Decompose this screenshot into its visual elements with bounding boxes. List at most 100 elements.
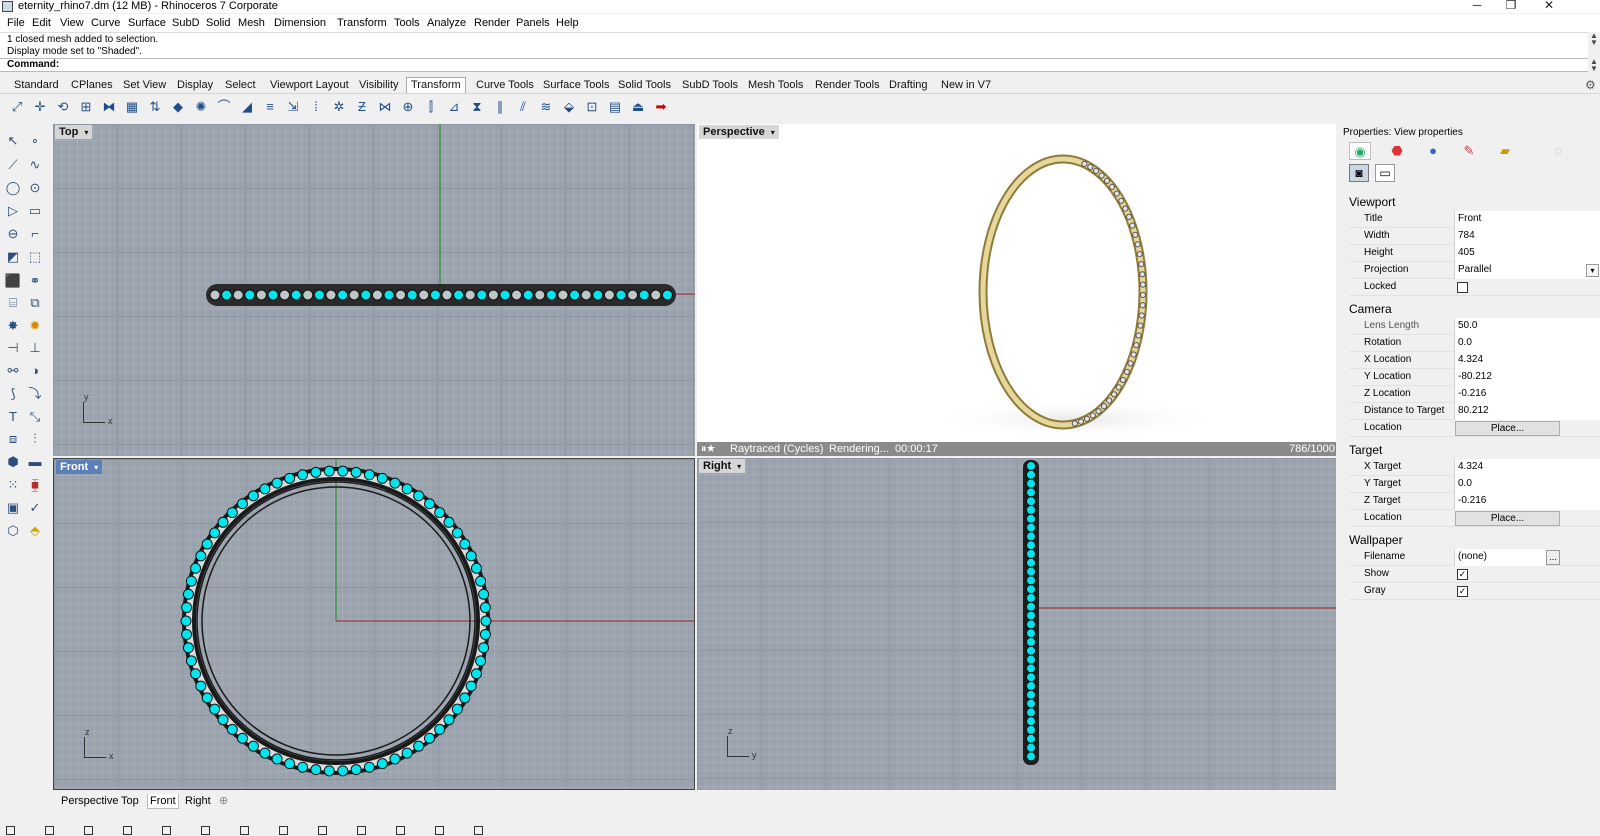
osnap-checkbox[interactable] — [357, 826, 368, 836]
tab-select[interactable]: Select — [225, 79, 256, 92]
menu-file[interactable]: File — [7, 16, 25, 30]
menu-curve[interactable]: Curve — [91, 16, 120, 30]
command-scrollbar[interactable]: ▲ ▼ — [1588, 58, 1600, 73]
tab-subd-tools[interactable]: SubD Tools — [682, 79, 738, 92]
smash-icon[interactable]: ⇲ — [285, 99, 301, 115]
check-icon[interactable]: ✓ — [26, 499, 44, 517]
menu-surface[interactable]: Surface — [128, 16, 166, 30]
surface-icon[interactable]: ◩ — [4, 248, 22, 266]
taper-icon[interactable]: ◢ — [239, 99, 255, 115]
explode-icon[interactable]: ✹ — [26, 317, 44, 335]
show-checkbox[interactable]: ✓ — [1457, 569, 1468, 580]
paint-icon[interactable]: ⬘ — [26, 522, 44, 540]
menu-edit[interactable]: Edit — [32, 16, 51, 30]
tab-cplanes[interactable]: CPlanes — [71, 79, 113, 92]
camera-icon[interactable]: ◙ — [1349, 164, 1369, 182]
x-location-field[interactable]: 4.324 — [1454, 352, 1600, 369]
polygon-icon[interactable]: ▷ — [4, 202, 22, 220]
viewport-perspective[interactable]: Perspective ▾ ⏸★ Raytraced (Cycles) Rende… — [697, 124, 1336, 456]
browse-button[interactable]: ... — [1546, 550, 1560, 565]
osnap-checkbox[interactable] — [435, 826, 446, 836]
copy-icon[interactable]: ✛ — [32, 99, 48, 115]
menu-analyze[interactable]: Analyze — [427, 16, 466, 30]
tab-transform[interactable]: Transform — [406, 77, 466, 93]
shear-icon[interactable]: ⫿ — [423, 99, 439, 115]
fillet-icon[interactable]: ⌐ — [26, 225, 44, 243]
soft-edit-icon[interactable]: ⬙ — [561, 99, 577, 115]
render-toolbar-icon[interactable]: ⏸★ — [701, 442, 715, 456]
stretch-icon[interactable]: Ƶ — [354, 99, 370, 115]
more-icon[interactable]: ◌ — [1547, 142, 1569, 160]
select-arrow-icon[interactable]: ↖ — [4, 132, 22, 150]
gumball-icon[interactable]: ⊕ — [400, 99, 416, 115]
flow-surface-icon[interactable]: ≋ — [538, 99, 554, 115]
polar-array-icon[interactable]: ✲ — [331, 99, 347, 115]
grid-array-icon[interactable]: ⁞ — [308, 99, 324, 115]
rotation-field[interactable]: 0.0 — [1454, 335, 1600, 352]
tab-standard[interactable]: Standard — [14, 79, 59, 92]
y-location-field[interactable]: -80.212 — [1454, 369, 1600, 386]
tab-new-in-v7[interactable]: New in V7 — [941, 79, 991, 92]
locked-checkbox[interactable] — [1457, 282, 1468, 293]
osnap-checkbox[interactable] — [474, 826, 485, 836]
split-icon[interactable]: ⊥ — [26, 339, 44, 357]
menu-transform[interactable]: Transform — [337, 16, 387, 30]
render-icon[interactable]: ▣ — [4, 499, 22, 517]
tab-viewport-layout[interactable]: Viewport Layout — [270, 79, 349, 92]
array-curve-icon[interactable]: ▤ — [607, 99, 623, 115]
osnap-checkbox[interactable] — [123, 826, 134, 836]
mesh-icon[interactable]: ⧉ — [26, 294, 44, 312]
viewport-label-right[interactable]: Right ▾ — [699, 459, 746, 473]
curve-icon[interactable]: ∿ — [26, 156, 44, 174]
circle-center-icon[interactable]: ⊖ — [4, 225, 22, 243]
align-icon[interactable]: ≡ — [262, 99, 278, 115]
move-icon[interactable]: ⤢ — [9, 99, 25, 115]
flip-icon[interactable]: ⧗ — [469, 99, 485, 115]
blend-icon[interactable]: ⤵ — [26, 385, 44, 403]
target-place-button[interactable]: Place... — [1455, 511, 1560, 526]
width-field[interactable]: 784 — [1454, 228, 1600, 245]
maximize-button[interactable]: ❐ — [1496, 0, 1526, 13]
tab-visibility[interactable]: Visibility — [359, 79, 399, 92]
viewport-label-top[interactable]: Top ▾ — [55, 125, 93, 139]
analyze-icon[interactable]: ⫶ — [26, 430, 44, 448]
transform-icon[interactable]: ⧯ — [26, 476, 44, 494]
menu-render[interactable]: Render — [474, 16, 510, 30]
osnap-checkbox[interactable] — [201, 826, 212, 836]
osnap-checkbox[interactable] — [318, 826, 329, 836]
dimension-icon[interactable]: ⤡ — [26, 408, 44, 426]
gray-checkbox[interactable]: ✓ — [1457, 586, 1468, 597]
menu-dimension[interactable]: Dimension — [274, 16, 326, 30]
tab-solid-tools[interactable]: Solid Tools — [618, 79, 671, 92]
orient-icon[interactable]: ⇅ — [147, 99, 163, 115]
viewport-front[interactable]: Front ▾ z x — [53, 458, 695, 790]
menu-solid[interactable]: Solid — [206, 16, 230, 30]
viewport-tab-right[interactable]: Right — [185, 794, 211, 808]
light-icon[interactable]: ✸ — [4, 317, 22, 335]
grid-icon[interactable]: ⁙ — [4, 476, 22, 494]
twist-icon[interactable]: ✺ — [193, 99, 209, 115]
set-pt-icon[interactable]: ⏏ — [630, 99, 646, 115]
osnap-checkbox[interactable] — [6, 826, 17, 836]
sporph-icon[interactable]: ⫽ — [515, 99, 531, 115]
menu-help[interactable]: Help — [556, 16, 579, 30]
viewport-tab-perspective[interactable]: Perspective — [61, 794, 118, 808]
y-target-field[interactable]: 0.0 — [1454, 476, 1600, 493]
distance-field[interactable]: 80.212 — [1454, 403, 1600, 420]
group-icon[interactable]: ⧈ — [4, 430, 22, 448]
z-location-field[interactable]: -0.216 — [1454, 386, 1600, 403]
osnap-checkbox[interactable] — [396, 826, 407, 836]
offset-icon[interactable]: ⟆ — [4, 385, 22, 403]
text-icon[interactable]: T — [4, 408, 22, 426]
project-icon[interactable]: ⊿ — [446, 99, 462, 115]
ellipse-icon[interactable]: ⊙ — [26, 179, 44, 197]
boolean-icon[interactable]: ⚭ — [26, 272, 44, 290]
viewport-tab-top[interactable]: Top — [121, 794, 139, 808]
osnap-checkbox[interactable] — [279, 826, 290, 836]
environment-icon[interactable]: ● — [1422, 142, 1444, 160]
splop-icon[interactable]: ∥ — [492, 99, 508, 115]
arrow-right-icon[interactable]: ➡ — [653, 99, 669, 115]
menu-panels[interactable]: Panels — [516, 16, 550, 30]
close-button[interactable]: ✕ — [1534, 0, 1564, 13]
menu-tools[interactable]: Tools — [394, 16, 420, 30]
